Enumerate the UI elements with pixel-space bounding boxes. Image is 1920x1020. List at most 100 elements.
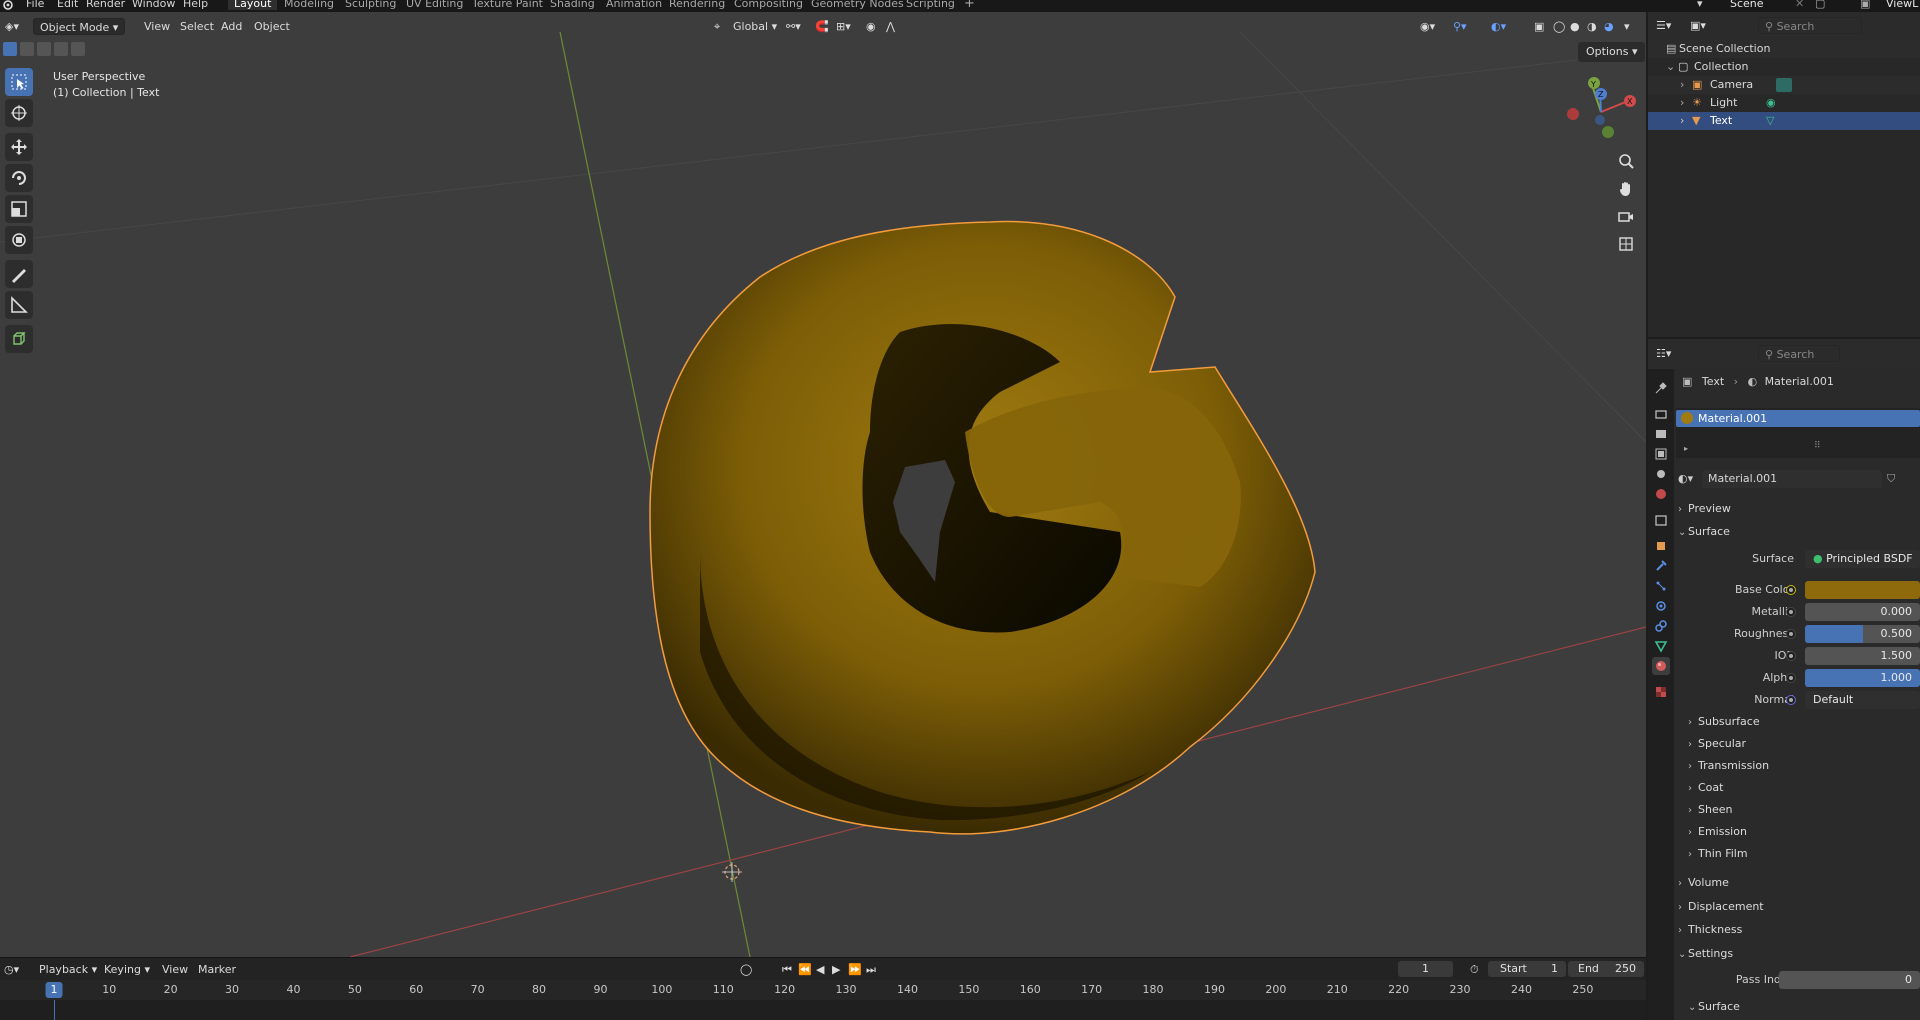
menu-window[interactable]: Window	[132, 0, 175, 10]
camera-data-icon[interactable]	[1776, 78, 1792, 92]
camera-view-icon[interactable]	[1613, 203, 1639, 229]
menu-select[interactable]: Select	[180, 18, 214, 35]
transmission-section-header[interactable]: › Transmission	[1688, 757, 1769, 775]
tab-compositing[interactable]: Compositing	[728, 0, 809, 10]
menu-file[interactable]: File	[26, 0, 44, 10]
scale-icon[interactable]	[5, 195, 33, 223]
solid-shading-icon[interactable]: ●	[1570, 18, 1580, 35]
blender-logo-icon[interactable]	[2, 0, 14, 10]
menu-marker[interactable]: Marker	[198, 961, 236, 978]
outliner-row-scene-collection[interactable]: ▤ Scene Collection	[1648, 40, 1920, 58]
playhead[interactable]: 1	[45, 982, 63, 998]
transform-icon[interactable]	[5, 226, 33, 254]
timeline-editor-type-icon[interactable]: ◷▾	[4, 961, 19, 978]
material-tab-icon[interactable]	[1652, 657, 1670, 675]
material-name-field[interactable]: Material.001	[1702, 470, 1882, 488]
annotate-icon[interactable]	[5, 260, 33, 288]
outliner-row-light[interactable]: › ☀ Light ◉	[1648, 94, 1920, 112]
render-tab-icon[interactable]	[1652, 405, 1670, 423]
outliner-editor-type-icon[interactable]: ☰▾	[1656, 17, 1671, 34]
ior-socket-icon[interactable]	[1786, 651, 1796, 661]
metallic-socket-icon[interactable]	[1786, 607, 1796, 617]
auto-keying-icon[interactable]: ◯	[740, 961, 752, 978]
rotate-icon[interactable]	[5, 164, 33, 192]
pass-index-field[interactable]: 0	[1779, 971, 1920, 989]
tab-uv-editing[interactable]: UV Editing	[400, 0, 469, 10]
surface-section-header[interactable]: ⌄ Surface	[1678, 523, 1730, 541]
scene-icon[interactable]: ▾	[1697, 0, 1703, 10]
shading-options-icon[interactable]: ▾	[1624, 18, 1630, 35]
end-frame-field[interactable]: End 250	[1568, 961, 1644, 977]
expand-chevron-icon[interactable]: ›	[1680, 94, 1684, 112]
timeline-editor[interactable]: ◷▾ Playback ▾ Keying ▾ View Marker ◯ ⏮ ⏪…	[0, 957, 1646, 1020]
select-box-icon[interactable]	[5, 68, 33, 96]
xray-icon[interactable]: ▣	[1534, 18, 1544, 35]
select-intersect-icon[interactable]	[54, 42, 68, 56]
timeline-ruler[interactable]: 1 10 20 30 40 50 60 70 80 90 100 110 120 130 140 150 16…	[0, 980, 1646, 1000]
world-tab-icon[interactable]	[1652, 485, 1670, 503]
menu-edit[interactable]: Edit	[57, 0, 78, 10]
object-tab-icon[interactable]	[1652, 537, 1670, 555]
select-new-icon[interactable]	[3, 42, 17, 56]
properties-editor[interactable]: ☷▾ ⚲ Search ▣ Text › ◐ Material.001 Mate…	[1648, 339, 1920, 1020]
physics-tab-icon[interactable]	[1652, 597, 1670, 615]
visibility-icon[interactable]: ◉▾	[1420, 18, 1435, 35]
menu-keying[interactable]: Keying ▾	[104, 961, 150, 978]
3d-viewport[interactable]: Y Z X ◈▾ Object Mode ▾ View Select Add O…	[0, 12, 1646, 957]
thickness-section-header[interactable]: › Thickness	[1678, 921, 1742, 939]
3d-cursor[interactable]	[722, 862, 742, 882]
timeline-track[interactable]	[0, 1000, 1646, 1020]
specular-section-header[interactable]: › Specular	[1688, 735, 1746, 753]
select-invert-icon[interactable]	[71, 42, 85, 56]
metallic-field[interactable]: 0.000	[1805, 603, 1920, 621]
coat-section-header[interactable]: › Coat	[1688, 779, 1723, 797]
tab-scripting[interactable]: Scripting	[900, 0, 961, 10]
play-icon[interactable]: ▶	[832, 961, 840, 978]
snap-icon[interactable]: 🧲	[815, 18, 829, 35]
play-reverse-icon[interactable]: ◀	[816, 961, 824, 978]
measure-icon[interactable]	[5, 291, 33, 319]
alpha-field[interactable]: 1.000	[1805, 669, 1920, 687]
jump-keyframe-forward-icon[interactable]: ⏩	[848, 961, 862, 978]
constraints-tab-icon[interactable]	[1652, 617, 1670, 635]
menu-playback[interactable]: Playback ▾	[39, 961, 97, 978]
settings-section-header[interactable]: ⌄ Settings	[1678, 945, 1733, 963]
options-dropdown[interactable]: Options ▾	[1578, 42, 1646, 62]
pivot-icon[interactable]: ⚯▾	[786, 18, 801, 35]
add-cube-icon[interactable]	[5, 325, 33, 353]
cursor-icon[interactable]	[5, 99, 33, 127]
snap-target-icon[interactable]: ⊞▾	[836, 18, 851, 35]
editor-type-icon[interactable]: ◈▾	[5, 18, 19, 35]
menu-help[interactable]: Help	[183, 0, 208, 10]
display-mode-icon[interactable]: ▣▾	[1690, 17, 1706, 34]
scene-tab-icon[interactable]	[1652, 465, 1670, 483]
zoom-icon[interactable]	[1613, 148, 1639, 174]
surface-shader-field[interactable]: ● Principled BSDF	[1805, 550, 1920, 568]
outliner-search-input[interactable]: ⚲ Search	[1758, 17, 1862, 34]
expand-chevron-icon[interactable]: ⌄	[1666, 58, 1675, 76]
jump-end-icon[interactable]: ⏭	[866, 961, 876, 978]
outliner-row-collection[interactable]: ⌄ ▢ Collection	[1648, 58, 1920, 76]
jump-start-icon[interactable]: ⏮	[782, 961, 792, 978]
settings-surface-section-header[interactable]: ⌄ Surface	[1688, 998, 1740, 1016]
tab-layout[interactable]: Layout	[228, 0, 278, 10]
light-data-icon[interactable]: ◉	[1766, 94, 1776, 112]
menu-render[interactable]: Render	[86, 0, 125, 10]
modifiers-tab-icon[interactable]	[1652, 557, 1670, 575]
normal-socket-icon[interactable]	[1786, 695, 1796, 705]
overlays-icon[interactable]: ◐▾	[1491, 18, 1506, 35]
orientation-selector[interactable]: Global ▾	[733, 18, 777, 35]
menu-view[interactable]: View	[144, 18, 170, 35]
preview-section-header[interactable]: › Preview	[1678, 500, 1731, 518]
tab-animation[interactable]: Animation	[600, 0, 668, 10]
tab-texture-paint[interactable]: Texture Paint	[466, 0, 549, 10]
displacement-section-header[interactable]: › Displacement	[1678, 898, 1764, 916]
roughness-field[interactable]: 0.500	[1805, 625, 1920, 643]
gizmo-toggle-icon[interactable]: ⚲▾	[1453, 18, 1467, 35]
jump-keyframe-back-icon[interactable]: ⏪	[798, 961, 812, 978]
current-frame-field[interactable]: 1	[1398, 961, 1453, 977]
material-slot-row[interactable]: Material.001	[1676, 410, 1920, 427]
close-icon[interactable]: ✕	[1795, 0, 1804, 10]
text-data-icon[interactable]: ▽	[1766, 112, 1774, 130]
outliner-row-camera[interactable]: › ▣ Camera	[1648, 76, 1920, 94]
